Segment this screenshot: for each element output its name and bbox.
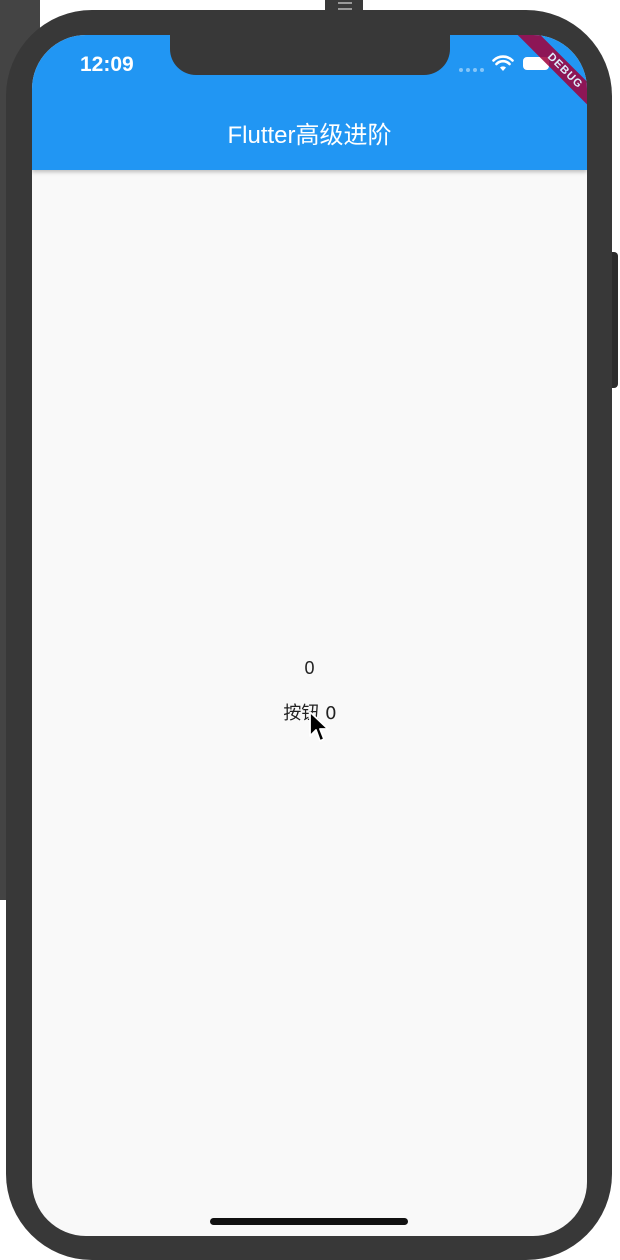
menu-icon [338,2,352,10]
page-body: 0 按钮 0 [32,170,587,1236]
phone-notch [170,35,450,75]
counter-value: 0 [304,658,315,678]
wifi-icon [492,55,514,71]
phone-screen: 12:09 Flutter高级进阶 DEBUG 0 按钮 0 [32,35,587,1236]
home-indicator[interactable] [210,1218,408,1225]
signal-icon [459,68,484,72]
mouse-cursor-icon [309,711,329,742]
app-bar-title: Flutter高级进阶 [227,122,392,149]
status-time: 12:09 [80,53,134,76]
